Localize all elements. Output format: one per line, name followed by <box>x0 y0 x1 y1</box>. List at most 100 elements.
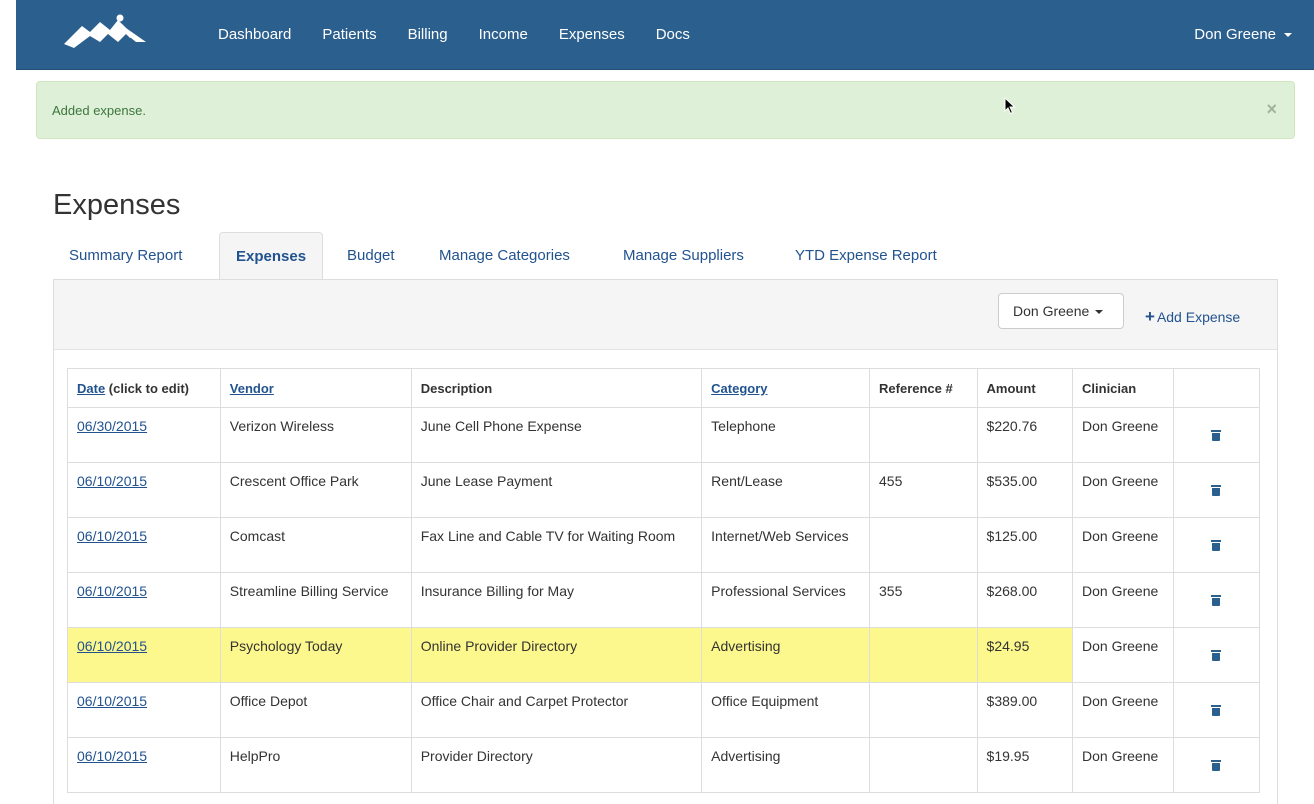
main-nav: Dashboard Patients Billing Income Expens… <box>218 0 705 70</box>
success-alert: Added expense. × <box>36 81 1295 139</box>
clinician-cell: Don Greene <box>1072 627 1174 683</box>
amount-cell: $535.00 <box>976 462 1074 518</box>
edit-date-link[interactable]: 06/10/2015 <box>77 748 147 764</box>
sort-by-date-link[interactable]: Date <box>77 381 105 396</box>
tab-summary-report[interactable]: Summary Report <box>53 232 198 280</box>
trash-icon[interactable] <box>1211 650 1222 661</box>
panel-toolbar: Don Greene + Add Expense <box>54 280 1277 350</box>
date-cell: 06/10/2015 <box>67 737 221 793</box>
vendor-cell: Crescent Office Park <box>219 462 412 518</box>
clinician-cell: Don Greene <box>1072 737 1174 793</box>
date-cell: 06/10/2015 <box>67 572 221 628</box>
nav-patients[interactable]: Patients <box>306 0 391 70</box>
edit-date-link[interactable]: 06/10/2015 <box>77 693 147 709</box>
table-row-highlighted: 06/10/2015 Psychology Today Online Provi… <box>67 627 1261 683</box>
chevron-down-icon <box>1095 310 1104 315</box>
reference-cell <box>869 627 978 683</box>
tab-ytd-expense-report[interactable]: YTD Expense Report <box>779 232 953 280</box>
edit-date-link[interactable]: 06/30/2015 <box>77 418 147 434</box>
actions-cell <box>1172 627 1261 683</box>
trash-icon[interactable] <box>1211 595 1222 606</box>
clinician-cell: Don Greene <box>1072 407 1174 463</box>
tab-manage-suppliers[interactable]: Manage Suppliers <box>607 232 760 280</box>
app-logo-icon[interactable] <box>60 12 150 54</box>
date-cell: 06/10/2015 <box>67 627 221 683</box>
amount-cell: $19.95 <box>976 737 1074 793</box>
expense-tabs: Summary Report Expenses Budget Manage Ca… <box>53 232 1278 281</box>
chevron-down-icon <box>1284 33 1292 38</box>
header-vendor: Vendor <box>219 368 412 408</box>
trash-icon[interactable] <box>1211 705 1222 716</box>
trash-icon[interactable] <box>1211 540 1222 551</box>
header-clinician: Clinician <box>1072 368 1174 408</box>
description-cell: Online Provider Directory <box>410 627 703 683</box>
edit-date-link[interactable]: 06/10/2015 <box>77 473 147 489</box>
edit-date-link[interactable]: 06/10/2015 <box>77 583 147 599</box>
actions-cell <box>1172 407 1261 463</box>
header-actions <box>1172 368 1261 408</box>
trash-icon[interactable] <box>1211 760 1222 771</box>
date-cell: 06/10/2015 <box>67 462 221 518</box>
table-row: 06/10/2015 Comcast Fax Line and Cable TV… <box>67 517 1261 573</box>
user-menu[interactable]: Don Greene <box>1194 0 1292 70</box>
header-date: Date (click to edit) <box>67 368 221 408</box>
nav-docs[interactable]: Docs <box>640 0 705 70</box>
amount-cell: $389.00 <box>976 682 1074 738</box>
table-row: 06/10/2015 Office Depot Office Chair and… <box>67 682 1261 738</box>
category-cell: Telephone <box>701 407 871 463</box>
amount-cell: $125.00 <box>976 517 1074 573</box>
table-header-row: Date (click to edit) Vendor Description … <box>67 368 1261 408</box>
header-category: Category <box>701 368 871 408</box>
trash-icon[interactable] <box>1211 430 1222 441</box>
date-cell: 06/10/2015 <box>67 517 221 573</box>
nav-expenses[interactable]: Expenses <box>543 0 640 70</box>
table-row: 06/10/2015 HelpPro Provider Directory Ad… <box>67 737 1261 793</box>
expenses-panel: Don Greene + Add Expense Date (click to e… <box>53 279 1278 804</box>
sort-by-vendor-link[interactable]: Vendor <box>230 381 274 396</box>
amount-cell: $24.95 <box>976 627 1074 683</box>
trash-icon[interactable] <box>1211 485 1222 496</box>
tab-expenses[interactable]: Expenses <box>219 232 324 281</box>
reference-cell <box>869 737 978 793</box>
add-expense-label: Add Expense <box>1156 309 1241 325</box>
nav-dashboard[interactable]: Dashboard <box>218 0 306 70</box>
clinician-filter-dropdown[interactable]: Don Greene <box>998 293 1124 329</box>
nav-income[interactable]: Income <box>463 0 543 70</box>
clinician-cell: Don Greene <box>1072 462 1174 518</box>
tab-budget[interactable]: Budget <box>331 232 411 280</box>
category-cell: Advertising <box>701 737 871 793</box>
vendor-cell: HelpPro <box>219 737 412 793</box>
mouse-cursor-icon <box>1004 97 1016 115</box>
reference-cell <box>869 407 978 463</box>
nav-billing[interactable]: Billing <box>392 0 463 70</box>
category-cell: Rent/Lease <box>701 462 871 518</box>
clinician-cell: Don Greene <box>1072 682 1174 738</box>
amount-cell: $268.00 <box>976 572 1074 628</box>
header-description: Description <box>410 368 703 408</box>
description-cell: Fax Line and Cable TV for Waiting Room <box>410 517 703 573</box>
description-cell: Insurance Billing for May <box>410 572 703 628</box>
table-row: 06/30/2015 Verizon Wireless June Cell Ph… <box>67 407 1261 463</box>
reference-cell <box>869 682 978 738</box>
reference-cell: 455 <box>869 462 978 518</box>
header-amount: Amount <box>976 368 1074 408</box>
top-navbar: Dashboard Patients Billing Income Expens… <box>16 0 1314 70</box>
description-cell: June Cell Phone Expense <box>410 407 703 463</box>
clinician-filter-value: Don Greene <box>1013 303 1090 319</box>
close-icon[interactable]: × <box>1266 99 1277 120</box>
description-cell: Provider Directory <box>410 737 703 793</box>
tab-manage-categories[interactable]: Manage Categories <box>423 232 586 280</box>
actions-cell <box>1172 462 1261 518</box>
clinician-cell: Don Greene <box>1072 517 1174 573</box>
vendor-cell: Comcast <box>219 517 412 573</box>
page-title: Expenses <box>53 189 181 221</box>
edit-date-link[interactable]: 06/10/2015 <box>77 638 147 654</box>
add-expense-button[interactable]: + Add Expense <box>1145 307 1240 327</box>
date-cell: 06/10/2015 <box>67 682 221 738</box>
category-cell: Office Equipment <box>701 682 871 738</box>
table-row: 06/10/2015 Streamline Billing Service In… <box>67 572 1261 628</box>
edit-date-link[interactable]: 06/10/2015 <box>77 528 147 544</box>
vendor-cell: Psychology Today <box>219 627 412 683</box>
actions-cell <box>1172 572 1261 628</box>
sort-by-category-link[interactable]: Category <box>711 381 767 396</box>
